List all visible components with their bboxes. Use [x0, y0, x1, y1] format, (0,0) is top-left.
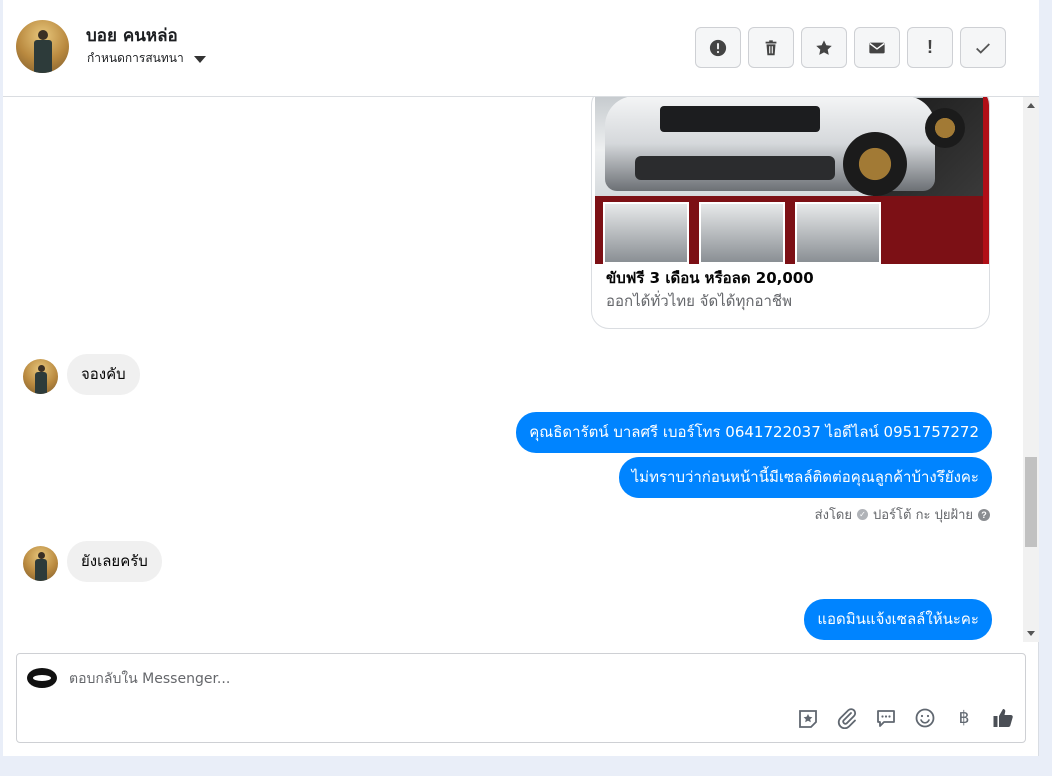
sticker-icon [799, 710, 817, 728]
sticker-button[interactable] [796, 706, 820, 730]
contact-name[interactable]: บอย คนหล่อ [86, 22, 178, 49]
mark-unread-button[interactable] [854, 27, 900, 68]
emoji-button[interactable] [913, 706, 937, 730]
product-card-title: ขับฟรี 3 เดือน หรือลด 20,000 [606, 269, 814, 287]
scrollbar-thumb[interactable] [1025, 457, 1037, 547]
thumbs-up-icon [993, 709, 1013, 727]
sent-by-prefix: ส่งโดย [814, 508, 852, 523]
check-circle-icon: ✓ [857, 509, 868, 520]
scroll-down-arrow-icon[interactable] [1027, 631, 1035, 636]
product-card-subtitle: ออกได้ทั่วไทย จัดได้ทุกอาชีพ [606, 292, 792, 310]
contact-avatar[interactable] [16, 20, 69, 73]
message-bubble-incoming[interactable]: จองคับ [67, 354, 140, 395]
star-button[interactable] [801, 27, 847, 68]
page-avatar [27, 668, 57, 688]
help-icon[interactable]: ? [978, 508, 990, 521]
paperclip-icon [837, 708, 857, 729]
like-button[interactable] [991, 706, 1015, 730]
smiley-icon [915, 708, 935, 728]
mark-spam-button[interactable] [695, 27, 741, 68]
conversation-header: บอย คนหล่อ กำหนดการสนทนา ! [3, 0, 1039, 97]
sent-by-label: ส่งโดย ✓ ปอร์โต้ กะ ปุยฝ้าย ? [815, 504, 990, 525]
product-card[interactable]: ขับฟรี 3 เดือน หรือลด 20,000 ออกได้ทั่วไ… [591, 97, 990, 329]
exclamation-icon: ! [927, 37, 933, 57]
envelope-icon [869, 42, 885, 53]
message-list[interactable]: ขับฟรี 3 เดือน หรือลด 20,000 ออกได้ทั่วไ… [3, 97, 1039, 645]
attach-button[interactable] [835, 706, 859, 730]
message-composer: ฿ [16, 653, 1026, 743]
mark-done-button[interactable] [960, 27, 1006, 68]
star-icon [816, 39, 832, 55]
composer-toolbar: ฿ [796, 706, 1015, 730]
alert-circle-icon [709, 39, 727, 56]
delete-button[interactable] [748, 27, 794, 68]
message-bubble-incoming[interactable]: ยังเลยครับ [67, 541, 162, 582]
message-bubble-outgoing[interactable]: ไม่ทราบว่าก่อนหน้านี้มีเซลล์ติดต่อคุณลูก… [618, 457, 992, 498]
sent-by-name[interactable]: ปอร์โต้ กะ ปุยฝ้าย [873, 504, 973, 525]
report-button[interactable]: ! [907, 27, 953, 68]
message-bubble-outgoing[interactable]: คุณธิดารัตน์ บาลศรี เบอร์โทร 0641722037 … [516, 412, 992, 453]
scroll-up-arrow-icon[interactable] [1027, 103, 1035, 108]
saved-replies-button[interactable] [874, 706, 898, 730]
message-list-scrollbar[interactable] [1023, 97, 1039, 642]
chat-bubble-icon [877, 710, 895, 727]
product-image [595, 97, 989, 264]
customer-avatar[interactable] [23, 546, 58, 581]
chevron-down-icon [193, 55, 206, 63]
assign-conversation-dropdown[interactable]: กำหนดการสนทนา [87, 49, 206, 68]
payment-button[interactable]: ฿ [952, 706, 976, 730]
customer-avatar[interactable] [23, 359, 58, 394]
checkmark-icon [976, 42, 990, 54]
trash-icon [765, 39, 777, 55]
assign-label: กำหนดการสนทนา [87, 51, 184, 65]
header-toolbar: ! [695, 27, 1006, 68]
reply-input[interactable] [69, 668, 769, 690]
message-bubble-outgoing[interactable]: แอดมินแจ้งเซลล์ให้นะคะ [804, 599, 992, 640]
inbox-conversation-panel: บอย คนหล่อ กำหนดการสนทนา ! ขับฟรี 3 เดือ… [3, 0, 1039, 756]
baht-icon: ฿ [958, 708, 970, 728]
